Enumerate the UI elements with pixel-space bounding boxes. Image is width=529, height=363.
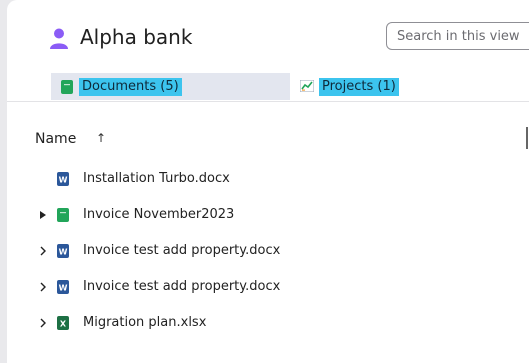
search-placeholder: Search in this view xyxy=(397,29,520,44)
word-file-icon: W xyxy=(57,244,69,258)
list-item[interactable]: X Migration plan.xlsx xyxy=(7,308,529,340)
search-input[interactable]: Search in this view xyxy=(386,22,529,50)
main-panel: Alpha bank Search in this view Documents… xyxy=(7,0,529,363)
item-name: Migration plan.xlsx xyxy=(83,315,207,330)
tab-projects-label: Projects (1) xyxy=(319,78,399,96)
page-title: Alpha bank xyxy=(80,25,193,49)
column-header-name[interactable]: Name xyxy=(35,131,76,147)
green-document-icon xyxy=(61,80,73,94)
chevron-right-icon[interactable] xyxy=(37,245,49,257)
chevron-right-icon[interactable] xyxy=(37,317,49,329)
svg-text:W: W xyxy=(59,176,68,185)
chart-icon xyxy=(300,80,314,92)
svg-text:W: W xyxy=(59,248,68,257)
svg-text:X: X xyxy=(60,320,67,329)
green-document-icon xyxy=(57,208,69,222)
svg-text:W: W xyxy=(59,284,68,293)
header: Alpha bank Search in this view Documents… xyxy=(7,0,529,102)
column-resize-handle[interactable] xyxy=(526,127,528,149)
tab-documents[interactable]: Documents (5) xyxy=(51,73,290,100)
word-file-icon: W xyxy=(57,172,69,186)
item-name: Installation Turbo.docx xyxy=(83,171,230,186)
list-item[interactable]: Invoice November2023 xyxy=(7,200,529,232)
list-item[interactable]: W Invoice test add property.docx xyxy=(7,236,529,268)
tab-documents-label: Documents (5) xyxy=(79,78,182,96)
chevron-right-icon[interactable] xyxy=(37,281,49,293)
item-name: Invoice test add property.docx xyxy=(83,243,281,258)
expand-triangle-icon[interactable] xyxy=(37,209,49,221)
tab-projects[interactable]: Projects (1) xyxy=(292,73,452,100)
item-name: Invoice test add property.docx xyxy=(83,279,281,294)
list-item[interactable]: W Invoice test add property.docx xyxy=(7,272,529,304)
sort-ascending-icon[interactable]: ↑ xyxy=(96,131,106,145)
user-group-icon xyxy=(50,28,68,49)
item-name: Invoice November2023 xyxy=(83,207,235,222)
list-item[interactable]: W Installation Turbo.docx xyxy=(7,164,529,196)
word-file-icon: W xyxy=(57,280,69,294)
excel-file-icon: X xyxy=(57,316,69,330)
